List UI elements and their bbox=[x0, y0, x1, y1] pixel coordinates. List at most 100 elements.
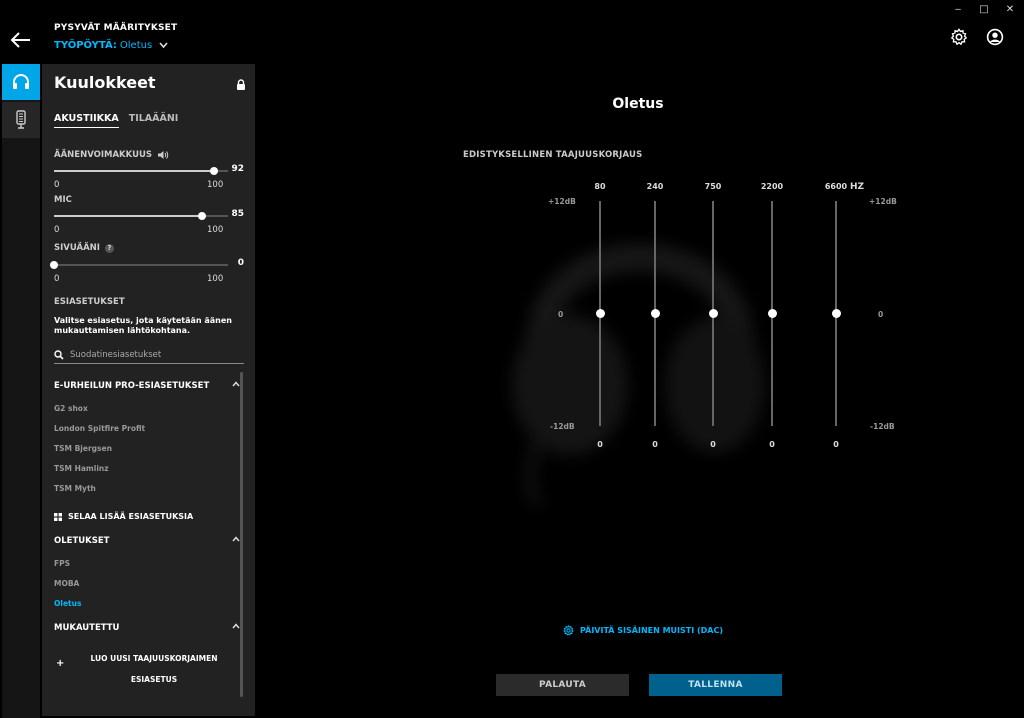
grid-icon bbox=[54, 512, 62, 521]
browse-more-label: SELAA LISÄÄ ESIASETUKSIA bbox=[68, 512, 194, 521]
speaker-icon bbox=[158, 151, 169, 159]
preset-item-oletus[interactable]: Oletus bbox=[54, 599, 81, 608]
tab-surround[interactable]: TILAÄÄNI bbox=[129, 113, 179, 128]
volume-min: 0 bbox=[54, 180, 60, 190]
volume-max: 100 bbox=[207, 180, 224, 190]
tab-acoustics[interactable]: AKUSTIIKKA bbox=[54, 113, 119, 128]
mic-max: 100 bbox=[207, 225, 224, 235]
db-mid-right: 0 bbox=[878, 310, 884, 319]
preset-item-moba[interactable]: MOBA bbox=[54, 579, 79, 588]
reset-button[interactable]: PALAUTA bbox=[496, 674, 629, 696]
rail-headphones-item[interactable] bbox=[2, 64, 40, 100]
browse-more-presets[interactable]: SELAA LISÄÄ ESIASETUKSIA bbox=[54, 512, 193, 521]
preset-list-scrollbar[interactable] bbox=[240, 372, 243, 697]
rail-microphone-item[interactable] bbox=[2, 102, 40, 138]
band-freq-750: 750 bbox=[704, 182, 722, 191]
eq-band-knob[interactable] bbox=[708, 309, 718, 318]
plus-icon: + bbox=[56, 658, 65, 669]
update-dac-memory-link[interactable]: PÄIVITÄ SISÄINEN MUISTI (DAC) bbox=[563, 625, 723, 636]
sidetone-max: 100 bbox=[207, 274, 224, 284]
gear-icon bbox=[563, 625, 574, 636]
profile-name: Oletus bbox=[119, 40, 153, 51]
chevron-up-icon bbox=[232, 536, 240, 542]
db-mid-left: 0 bbox=[558, 310, 564, 319]
volume-value: 92 bbox=[231, 164, 244, 174]
eq-band-knob[interactable] bbox=[595, 309, 605, 318]
device-rail bbox=[2, 64, 40, 718]
eq-band-knob[interactable] bbox=[650, 309, 660, 318]
create-eq-preset-button[interactable]: + LUO UUSI TAAJUUSKORJAIMEN ESIASETUS bbox=[54, 648, 240, 692]
main-title: Oletus bbox=[612, 96, 664, 112]
band-freq-2200: 2200 bbox=[760, 182, 784, 191]
group-esports-header[interactable]: E-URHEILUN PRO-ESIASETUKSET bbox=[54, 381, 240, 391]
preset-item-london-spitfire[interactable]: London Spitfire Profit bbox=[54, 424, 145, 433]
persistent-settings-label: PYSYVÄT MÄÄRITYKSET bbox=[54, 23, 178, 33]
mic-label: MIC bbox=[54, 195, 72, 205]
preset-search[interactable] bbox=[54, 347, 244, 364]
save-button[interactable]: TALLENNA bbox=[649, 674, 782, 696]
volume-label-row: ÄÄNENVOIMAKKUUS bbox=[54, 150, 169, 160]
preset-list: E-URHEILUN PRO-ESIASETUKSET G2 shox Lond… bbox=[54, 374, 244, 704]
maximize-button[interactable]: □ bbox=[978, 4, 990, 15]
preset-search-input[interactable] bbox=[70, 350, 230, 360]
preset-item-tsm-bjergsen[interactable]: TSM Bjergsen bbox=[54, 444, 112, 453]
presets-description: Valitse esiasetus, jota käytetään äänen … bbox=[54, 316, 232, 335]
panel-title: Kuulokkeet bbox=[54, 73, 156, 92]
search-icon bbox=[54, 350, 64, 360]
profile-selector[interactable]: TYÖPÖYTÄ: Oletus bbox=[54, 40, 168, 51]
band-freq-80: 80 bbox=[594, 182, 606, 191]
volume-slider-knob[interactable] bbox=[210, 167, 219, 175]
lock-icon bbox=[237, 79, 245, 90]
hz-label: HZ bbox=[850, 182, 865, 192]
close-button[interactable]: ✕ bbox=[1004, 4, 1016, 15]
mic-min: 0 bbox=[54, 225, 60, 235]
update-dac-label: PÄIVITÄ SISÄINEN MUISTI (DAC) bbox=[580, 626, 724, 635]
window-controls: ‒ □ ✕ bbox=[952, 4, 1016, 15]
band-freq-240: 240 bbox=[646, 182, 664, 191]
headset-background-image bbox=[512, 243, 765, 509]
preset-item-fps[interactable]: FPS bbox=[54, 559, 70, 568]
eq-title: EDISTYKSELLINEN TAAJUUSKORJAUS bbox=[463, 150, 643, 160]
sidetone-label-row: SIVUÄÄNI ? bbox=[54, 243, 114, 253]
eq-band-gain: 0 bbox=[769, 440, 775, 449]
chevron-up-icon bbox=[232, 623, 240, 629]
volume-slider[interactable] bbox=[54, 166, 228, 176]
preset-item-tsm-hamlinz[interactable]: TSM Hamlinz bbox=[54, 464, 109, 473]
eq-band-gain: 0 bbox=[652, 440, 658, 449]
sidetone-min: 0 bbox=[54, 274, 60, 284]
group-custom-label: MUKAUTETTU bbox=[54, 623, 120, 633]
group-custom-header[interactable]: MUKAUTETTU bbox=[54, 623, 240, 633]
back-arrow-icon[interactable] bbox=[10, 30, 32, 50]
sidetone-slider-knob[interactable] bbox=[50, 261, 58, 269]
preset-item-tsm-myth[interactable]: TSM Myth bbox=[54, 484, 96, 493]
db-top-left: +12dB bbox=[548, 197, 576, 206]
chevron-down-icon bbox=[159, 42, 168, 49]
sidetone-slider[interactable] bbox=[50, 260, 228, 270]
eq-band-gain: 0 bbox=[833, 440, 839, 449]
presets-heading: ESIASETUKSET bbox=[54, 297, 125, 307]
mic-slider[interactable] bbox=[54, 211, 228, 221]
create-eq-preset-line1: LUO UUSI TAAJUUSKORJAIMEN bbox=[90, 654, 218, 663]
sidetone-label: SIVUÄÄNI bbox=[54, 243, 100, 253]
sidetone-value: 0 bbox=[237, 258, 244, 268]
microphone-icon bbox=[16, 110, 26, 129]
group-esports-label: E-URHEILUN PRO-ESIASETUKSET bbox=[54, 381, 210, 391]
chevron-up-icon bbox=[232, 381, 240, 387]
preset-item-g2-shox[interactable]: G2 shox bbox=[54, 404, 88, 413]
eq-band-knob[interactable] bbox=[767, 309, 777, 318]
eq-band-knob[interactable] bbox=[831, 309, 841, 318]
gear-icon[interactable] bbox=[950, 28, 968, 46]
eq-band-gain: 0 bbox=[710, 440, 716, 449]
group-defaults-header[interactable]: OLETUKSET bbox=[54, 536, 240, 546]
profile-prefix: TYÖPÖYTÄ: bbox=[54, 40, 117, 51]
minimize-button[interactable]: ‒ bbox=[952, 4, 964, 15]
help-icon[interactable]: ? bbox=[104, 243, 114, 253]
create-eq-preset-line2: ESIASETUS bbox=[130, 675, 178, 684]
db-bottom-left: -12dB bbox=[550, 422, 575, 431]
mic-slider-knob[interactable] bbox=[197, 212, 206, 220]
db-top-right: +12dB bbox=[869, 197, 897, 206]
top-bar: PYSYVÄT MÄÄRITYKSET TYÖPÖYTÄ: Oletus ‒ □… bbox=[0, 0, 1024, 62]
user-account-icon[interactable] bbox=[986, 28, 1004, 46]
group-defaults-label: OLETUKSET bbox=[54, 536, 110, 546]
top-icons bbox=[950, 28, 1004, 46]
